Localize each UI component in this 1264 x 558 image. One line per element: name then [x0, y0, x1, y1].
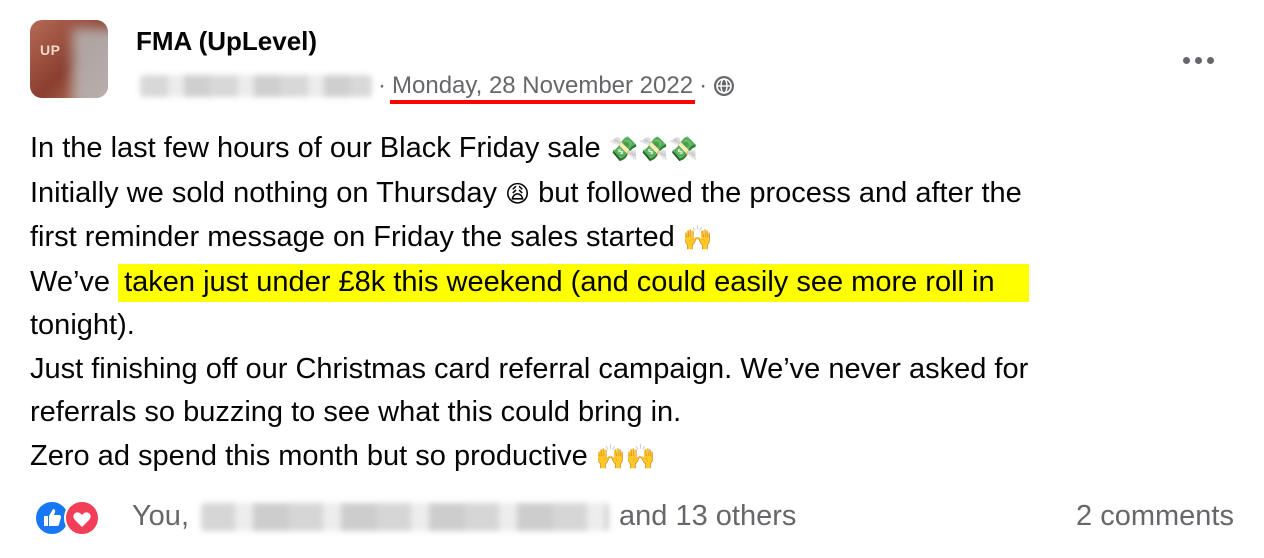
date-red-underline: [390, 100, 696, 104]
avatar-redaction: [72, 28, 108, 98]
redacted-name: [140, 75, 372, 97]
post-line: Zero ad spend this month but so producti…: [30, 435, 1230, 480]
post-footer: You, and 13 others 2 comments: [34, 496, 1234, 540]
post-line: Just finishing off our Christmas card re…: [30, 348, 1230, 392]
more-dot: [1206, 56, 1214, 64]
meta-separator: ·: [378, 72, 386, 99]
post-line-text: referrals so buzzing to see what this co…: [30, 396, 682, 428]
post-date-link[interactable]: Monday, 28 November 2022: [390, 72, 696, 104]
post-line: referrals so buzzing to see what this co…: [30, 391, 1230, 435]
money-wings-emoji: 💸💸💸: [608, 135, 699, 163]
post-line: We’ve taken just under £8k this weekend …: [30, 261, 1230, 305]
post-line: In the last few hours of our Black Frida…: [30, 127, 1230, 172]
meta-separator-2: ·: [699, 72, 708, 99]
post-body: In the last few hours of our Black Frida…: [30, 127, 1230, 479]
post-line-text: first reminder message on Friday the sal…: [30, 221, 683, 253]
raising-hands-emoji: 🙌🙌: [595, 442, 656, 471]
highlighted-text: taken just under £8k this weekend (and c…: [118, 263, 1029, 302]
post-line: first reminder message on Friday the sal…: [30, 216, 1230, 261]
post-line-text: tonight).: [30, 309, 135, 341]
reactions-prefix: You,: [132, 500, 189, 532]
reactions-suffix: and 13 others: [619, 500, 797, 532]
page-avatar[interactable]: UP: [30, 20, 108, 98]
globe-icon[interactable]: [713, 75, 735, 97]
post-line-text: We’ve: [30, 265, 119, 298]
reactions-summary-text[interactable]: You, and 13 others: [132, 500, 796, 533]
love-reaction-icon: [64, 500, 100, 536]
post-line-text: but followed the process and after the: [530, 176, 1022, 209]
avatar-logo-text: UP: [40, 42, 61, 58]
redacted-reactors: [201, 502, 609, 531]
reaction-summary[interactable]: [34, 500, 114, 536]
more-dot: [1194, 56, 1202, 64]
post-date: Monday, 28 November 2022: [392, 72, 694, 99]
post-line-text: In the last few hours of our Black Frida…: [30, 132, 609, 164]
weary-face-emoji: 😩: [505, 179, 531, 208]
more-options-icon[interactable]: [1176, 48, 1220, 72]
author-name[interactable]: FMA (UpLevel): [136, 26, 317, 57]
post-meta: · Monday, 28 November 2022 ·: [140, 72, 735, 104]
post-line-text: Zero ad spend this month but so producti…: [30, 439, 596, 472]
comments-count-link[interactable]: 2 comments: [1076, 500, 1234, 533]
post-line-text: Just finishing off our Christmas card re…: [30, 352, 1029, 385]
raising-hands-emoji: 🙌: [682, 224, 713, 252]
post-line: Initially we sold nothing on Thursday 😩 …: [30, 172, 1230, 217]
post-line-text: Initially we sold nothing on Thursday: [30, 176, 506, 209]
post-line: tonight).: [30, 304, 1230, 348]
more-dot: [1182, 56, 1190, 64]
